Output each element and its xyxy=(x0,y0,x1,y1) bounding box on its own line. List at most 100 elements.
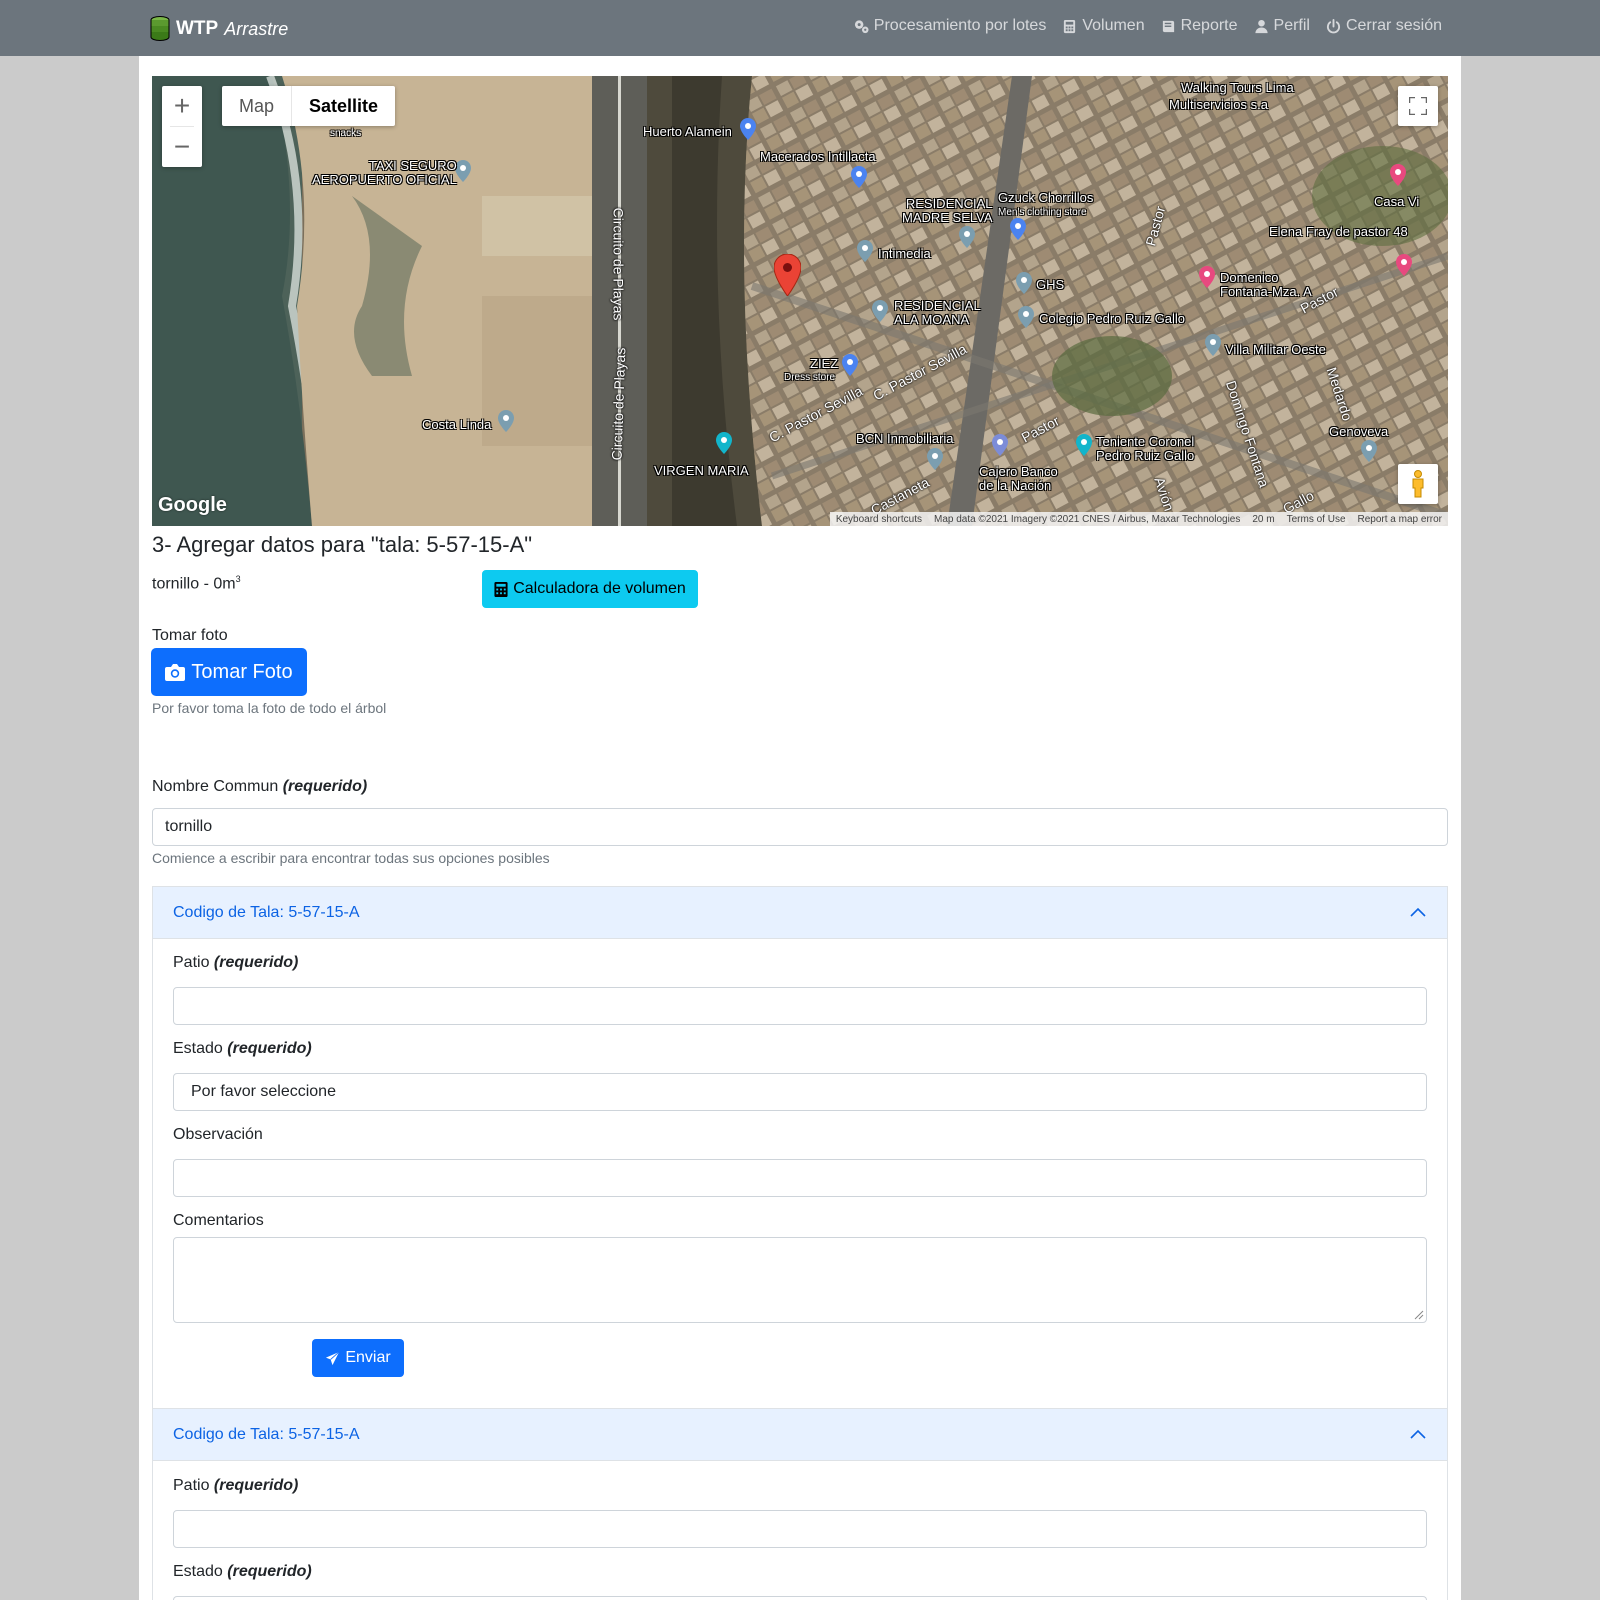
map-label-virgen: VIRGEN MARIA xyxy=(654,463,749,478)
required-marker: (requerido) xyxy=(213,954,299,971)
brand-subtitle: Arrastre xyxy=(224,18,289,39)
estado-label-1-text: Estado xyxy=(173,1040,223,1057)
lodging-pin-icon[interactable] xyxy=(1199,266,1215,288)
estado-select-1[interactable]: Por favor seleccione xyxy=(173,1073,1427,1111)
poi-pin-icon[interactable] xyxy=(927,448,943,470)
brand[interactable]: WTP Arrastre xyxy=(150,16,288,42)
map-label-teniente: Teniente Coronel Pedro Ruiz Gallo xyxy=(1096,434,1195,463)
map-label-ghs: GHS xyxy=(1036,277,1065,292)
lodging-pin-icon[interactable] xyxy=(1390,164,1406,186)
school-pin-icon[interactable] xyxy=(1018,306,1034,328)
take-photo-button[interactable]: Tomar Foto xyxy=(151,648,307,696)
gears-icon xyxy=(854,19,869,33)
monument-pin-icon[interactable] xyxy=(1076,434,1092,456)
chevron-up-icon xyxy=(1410,907,1426,917)
photo-label: Tomar foto xyxy=(152,627,228,644)
nombre-label-text: Nombre Commun xyxy=(152,778,279,795)
book-icon xyxy=(1162,20,1174,32)
accordion-header-1-label: Codigo de Tala: 5-57-15-A xyxy=(173,903,360,921)
patio-label-2: Patio (requerido) xyxy=(173,1477,298,1495)
map-label-ziez: ZIEZ xyxy=(810,356,839,371)
patio-input-2[interactable] xyxy=(173,1510,1427,1548)
poi-pin-icon[interactable] xyxy=(1361,440,1377,462)
poi-pin-icon[interactable] xyxy=(959,226,975,248)
zoom-in-button[interactable]: + xyxy=(162,86,202,126)
required-marker: (requerido) xyxy=(282,778,368,795)
map-label-residencial-ala: RESIDENCIAL ALA MOANA xyxy=(894,298,981,327)
accordion-header-2[interactable]: Codigo de Tala: 5-57-15-A xyxy=(153,1409,1447,1461)
comentarios-textarea-1[interactable] xyxy=(173,1237,1427,1323)
camera-icon xyxy=(165,664,186,681)
resize-handle-icon[interactable] xyxy=(1414,1310,1424,1320)
observacion-input-1[interactable] xyxy=(173,1159,1427,1197)
map-label-intimedia: Intimedia xyxy=(878,246,931,261)
poi-pin-icon[interactable] xyxy=(498,410,514,432)
enviar-button-1[interactable]: Enviar xyxy=(312,1339,404,1377)
fullscreen-button[interactable] xyxy=(1398,86,1438,126)
nombre-commun-input[interactable]: tornillo xyxy=(152,808,1448,846)
photo-help-text: Por favor toma la foto de todo el árbol xyxy=(152,700,387,716)
nav-perfil[interactable]: Perfil xyxy=(1254,17,1310,35)
nav-volumen[interactable]: Volumen xyxy=(1062,17,1145,35)
map-label-macerados: Macerados Intillacta xyxy=(760,149,876,164)
poi-pin-icon[interactable] xyxy=(1016,272,1032,294)
selected-location-marker-icon[interactable] xyxy=(774,254,801,296)
nav-cerrar-sesion[interactable]: Cerrar sesión xyxy=(1326,17,1442,35)
nav-reporte[interactable]: Reporte xyxy=(1161,17,1238,35)
nav-procesamiento[interactable]: Procesamiento por lotes xyxy=(854,17,1046,35)
poi-pin-icon[interactable] xyxy=(455,160,471,182)
bank-pin-icon[interactable] xyxy=(992,434,1008,456)
accordion-tala-2: Codigo de Tala: 5-57-15-A xyxy=(152,1408,1448,1600)
chevron-up-icon xyxy=(1410,1429,1426,1439)
scale-text[interactable]: 20 m xyxy=(1252,514,1274,525)
shopping-pin-icon[interactable] xyxy=(1010,218,1026,240)
page-title: 3- Agregar datos para "tala: 5-57-15-A" xyxy=(152,532,533,557)
nav-menu: Procesamiento por lotes Volumen Reporte … xyxy=(854,17,1442,35)
required-marker: (requerido) xyxy=(213,1477,299,1494)
map-label-villa: Villa Militar Oeste xyxy=(1225,342,1326,357)
patio-input-1[interactable] xyxy=(173,987,1427,1025)
map-type-satellite-button[interactable]: Satellite xyxy=(291,86,395,126)
estado-label-2: Estado (requerido) xyxy=(173,1563,312,1581)
poi-pin-icon[interactable] xyxy=(1205,334,1221,356)
volume-text: tornillo - 0m3 xyxy=(152,574,241,593)
map-type-map-button[interactable]: Map xyxy=(222,86,291,126)
shopping-pin-icon[interactable] xyxy=(842,354,858,376)
map-label-multiservicios: Multiservicios s.a xyxy=(1169,97,1268,112)
required-marker: (requerido) xyxy=(227,1563,312,1580)
keyboard-shortcuts-link[interactable]: Keyboard shortcuts xyxy=(836,514,922,525)
map-label-genoveva: Genoveva xyxy=(1329,424,1389,439)
shopping-pin-icon[interactable] xyxy=(851,166,867,188)
paper-plane-icon xyxy=(326,1351,340,1365)
map-label-cajero: Cajero Banco de la Nación xyxy=(979,464,1058,493)
street-view-pegman-button[interactable] xyxy=(1398,464,1438,504)
map-data-text: Map data ©2021 Imagery ©2021 CNES / Airb… xyxy=(933,513,1241,525)
poi-pin-icon[interactable] xyxy=(872,300,888,322)
observacion-label-1: Observación xyxy=(173,1126,263,1143)
estado-select-2[interactable] xyxy=(173,1596,1427,1600)
monument-pin-icon[interactable] xyxy=(716,432,732,454)
top-navbar: WTP Arrastre Procesamiento por lotes Vol… xyxy=(0,0,1600,56)
accordion-header-1[interactable]: Codigo de Tala: 5-57-15-A xyxy=(153,887,1447,939)
main-container: TAXI SEGURO AEROPUERTO OFICIAL snacks Hu… xyxy=(139,56,1461,1600)
patio-label-1: Patio (requerido) xyxy=(173,954,298,972)
terms-link[interactable]: Terms of Use xyxy=(1287,514,1346,525)
lodging-pin-icon[interactable] xyxy=(1396,254,1412,276)
patio-label-1-text: Patio xyxy=(173,954,210,971)
calculator-icon xyxy=(494,581,508,597)
report-map-error-link[interactable]: Report a map error xyxy=(1358,514,1442,525)
calculator-icon xyxy=(1064,19,1076,33)
shopping-pin-icon[interactable] xyxy=(740,118,756,140)
nav-perfil-label: Perfil xyxy=(1273,17,1310,34)
map-label-elena: Elena Fray de pastor 48 xyxy=(1269,224,1408,239)
google-logo[interactable]: Google xyxy=(158,494,227,517)
nav-reporte-label: Reporte xyxy=(1180,17,1238,34)
map-view[interactable]: TAXI SEGURO AEROPUERTO OFICIAL snacks Hu… xyxy=(152,76,1448,526)
map-label-gzuck: Gzuck Chorrillos xyxy=(998,190,1094,205)
zoom-out-button[interactable]: − xyxy=(162,127,202,167)
volume-calculator-button[interactable]: Calculadora de volumen xyxy=(482,570,698,608)
required-marker: (requerido) xyxy=(227,1040,312,1057)
map-label-residencial-madre: RESIDENCIAL MADRE SELVA xyxy=(902,196,993,225)
poi-pin-icon[interactable] xyxy=(857,240,873,262)
comentarios-label-1: Comentarios xyxy=(173,1212,264,1229)
